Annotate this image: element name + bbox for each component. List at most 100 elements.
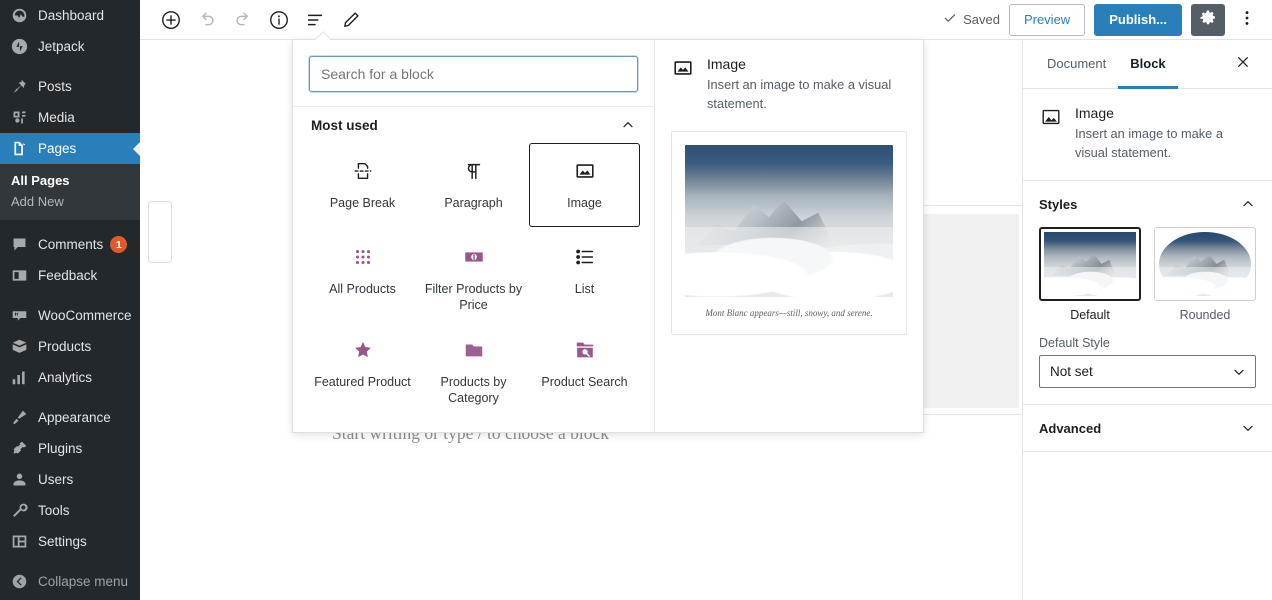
users-icon [9, 470, 29, 490]
grid-dots-icon [352, 244, 374, 270]
analytics-icon [9, 368, 29, 388]
sidebar-item-label: Media [38, 110, 75, 125]
jetpack-icon [9, 37, 29, 57]
check-icon [943, 11, 957, 28]
block-item-products-by-category[interactable]: Products by Category [418, 322, 529, 413]
block-item-featured-product[interactable]: Featured Product [307, 322, 418, 413]
inserter-search-wrap [293, 40, 654, 106]
default-style-label: Default Style [1039, 336, 1110, 351]
folder-icon [463, 337, 485, 363]
block-item-label: Image [567, 196, 602, 210]
block-item-label: Featured Product [314, 375, 411, 390]
tab-document[interactable]: Document [1035, 41, 1118, 89]
saved-label: Saved [963, 12, 1000, 27]
saved-indicator: Saved [943, 11, 1000, 28]
inserter-preview-header: Image Insert an image to make a visual s… [671, 56, 907, 113]
undo-icon [196, 9, 218, 31]
block-item-image[interactable]: Image [529, 143, 640, 227]
sidebar-item-comments[interactable]: Comments 1 [0, 229, 140, 260]
styles-panel-header[interactable]: Styles [1023, 181, 1272, 227]
block-inserter-popover: Most used Page Break Paragraph Image [292, 39, 924, 433]
sidebar-item-label: Products [38, 339, 92, 354]
sidebar-item-plugins[interactable]: Plugins [0, 433, 140, 464]
sidebar-item-label: Tools [38, 503, 70, 518]
dashboard-icon [9, 6, 29, 26]
sidebar-separator [0, 220, 140, 229]
settings-toggle-button[interactable] [1191, 3, 1225, 36]
sidebar-item-media[interactable]: Media [0, 102, 140, 133]
block-item-all-products[interactable]: All Products [307, 229, 418, 320]
close-sidebar-button[interactable] [1226, 41, 1260, 88]
style-option-rounded[interactable]: Rounded [1154, 227, 1256, 323]
inserter-preview-title: Image [707, 56, 746, 72]
style-option-label: Default [1070, 308, 1110, 323]
sidebar-item-collapse-menu[interactable]: Collapse menu [0, 566, 140, 597]
edit-button[interactable] [334, 3, 368, 37]
sidebar-item-products[interactable]: Products [0, 331, 140, 362]
styles-panel-body: Default Rounded Default Style Not set [1023, 227, 1272, 404]
folder-search-icon [574, 337, 596, 363]
submenu-item-all-pages[interactable]: All Pages [0, 170, 140, 191]
sidebar-item-dashboard[interactable]: Dashboard [0, 0, 140, 31]
sidebar-item-analytics[interactable]: Analytics [0, 362, 140, 393]
publish-button[interactable]: Publish... [1094, 3, 1182, 36]
submenu-item-add-new[interactable]: Add New [0, 191, 140, 212]
sidebar-item-label: Collapse menu [38, 574, 129, 589]
most-used-section-header[interactable]: Most used [293, 106, 654, 139]
sidebar-item-label: Jetpack [38, 39, 85, 54]
more-options-button[interactable] [1234, 4, 1260, 36]
close-icon [1235, 54, 1251, 75]
settings-tabs: Document Block [1023, 41, 1272, 89]
gear-icon [1199, 9, 1217, 30]
undo-button[interactable] [190, 3, 224, 37]
default-style-select[interactable]: Not set [1039, 355, 1256, 389]
block-drag-handle[interactable] [148, 201, 172, 263]
pencil-icon [340, 9, 362, 31]
mont-blanc-preview-image [685, 145, 893, 298]
style-option-default[interactable]: Default [1039, 227, 1141, 323]
image-icon [671, 56, 695, 80]
block-item-paragraph[interactable]: Paragraph [418, 143, 529, 227]
redo-button[interactable] [226, 3, 260, 37]
block-item-filter-products-by-price[interactable]: Filter Products by Price [418, 229, 529, 320]
chevron-down-icon [1231, 364, 1247, 380]
sidebar-item-label: Appearance [38, 410, 111, 425]
preview-button[interactable]: Preview [1008, 3, 1086, 36]
sidebar-item-label: Users [38, 472, 74, 487]
selected-block-description: Insert an image to make a visual stateme… [1075, 126, 1223, 160]
tab-block[interactable]: Block [1118, 41, 1178, 89]
style-option-label: Rounded [1179, 308, 1231, 323]
advanced-panel-header[interactable]: Advanced [1023, 405, 1272, 451]
paragraph-icon [463, 158, 485, 184]
sidebar-item-pages[interactable]: Pages [0, 133, 140, 164]
block-item-list[interactable]: List [529, 229, 640, 320]
sidebar-item-settings[interactable]: Settings [0, 526, 140, 557]
info-button[interactable] [262, 3, 296, 37]
style-thumbnail-default [1044, 232, 1136, 297]
sidebar-separator [0, 393, 140, 402]
block-item-page-break[interactable]: Page Break [307, 143, 418, 227]
redo-icon [232, 9, 254, 31]
search-input[interactable] [309, 56, 638, 92]
sidebar-item-label: Dashboard [38, 8, 105, 23]
sidebar-item-users[interactable]: Users [0, 464, 140, 495]
sidebar-item-jetpack[interactable]: Jetpack [0, 31, 140, 62]
inserter-preview-text: Image Insert an image to make a visual s… [707, 56, 907, 113]
sidebar-item-woocommerce[interactable]: WooCommerce [0, 300, 140, 331]
admin-sidebar: Dashboard Jetpack Posts Media Pages All … [0, 0, 140, 600]
feedback-icon [9, 266, 29, 286]
sidebar-item-tools[interactable]: Tools [0, 495, 140, 526]
add-block-button[interactable] [154, 3, 188, 37]
settings-icon [9, 532, 29, 552]
pages-submenu: All Pages Add New [0, 164, 140, 220]
image-icon [1039, 105, 1063, 129]
media-icon [9, 108, 29, 128]
sidebar-item-appearance[interactable]: Appearance [0, 402, 140, 433]
inserter-left-column: Most used Page Break Paragraph Image [293, 40, 655, 432]
sidebar-item-posts[interactable]: Posts [0, 71, 140, 102]
chevron-down-icon [1240, 420, 1256, 436]
chevron-up-icon[interactable] [620, 117, 636, 133]
block-item-product-search[interactable]: Product Search [529, 322, 640, 413]
sidebar-item-feedback[interactable]: Feedback [0, 260, 140, 291]
block-item-label: List [574, 282, 595, 296]
